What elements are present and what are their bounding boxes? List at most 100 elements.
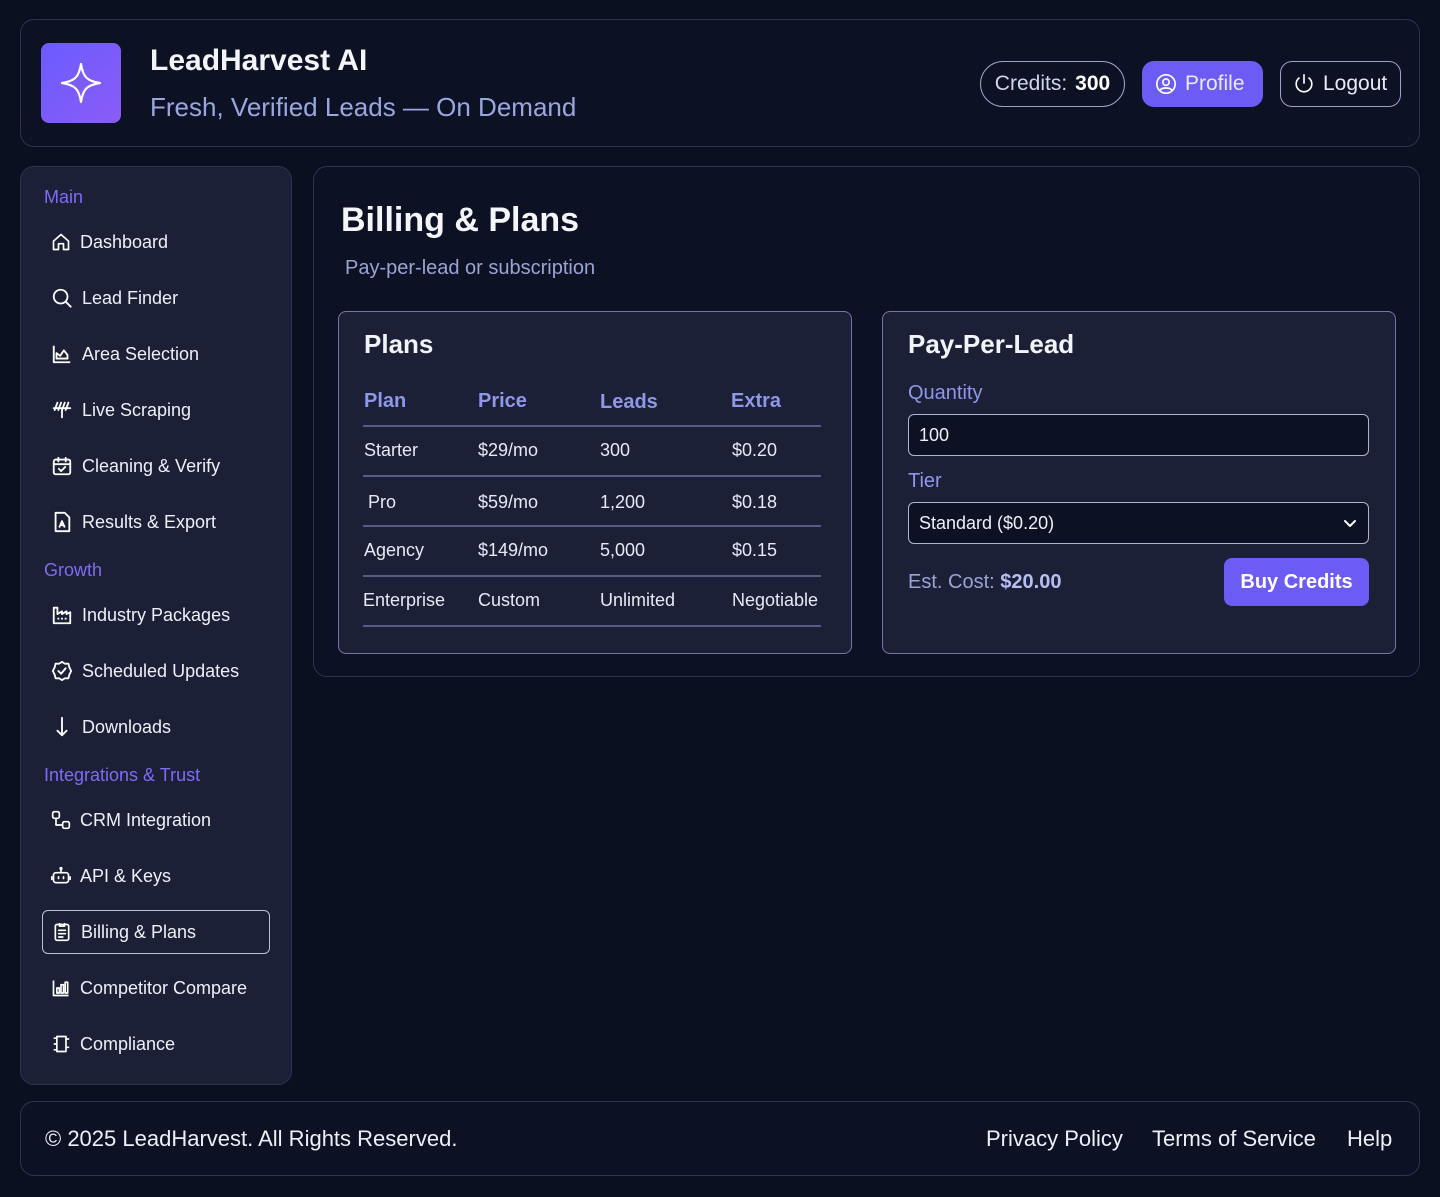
copyright: © 2025 LeadHarvest. All Rights Reserved.: [45, 1126, 458, 1151]
chevron-down-icon: [1344, 520, 1356, 527]
tier-select[interactable]: Standard ($0.20): [908, 502, 1369, 544]
credits-badge: Credits: 300: [980, 61, 1125, 107]
receipt-icon: [54, 922, 70, 942]
sidebar-item-label: CRM Integration: [80, 809, 212, 830]
terms-of-service-link[interactable]: Terms of Service: [1152, 1126, 1316, 1152]
sidebar: Main Dashboard Lead Finder Area Selectio…: [20, 166, 292, 1085]
sidebar-item-api-keys[interactable]: API & Keys: [42, 854, 270, 898]
factory-icon: [52, 606, 72, 625]
search-icon: [52, 288, 72, 308]
col-extra: Extra: [731, 390, 782, 412]
sidebar-item-label: Live Scraping: [82, 399, 192, 420]
sidebar-item-label: Industry Packages: [82, 604, 231, 625]
credits-label: Credits:: [994, 72, 1068, 95]
sidebar-item-area-selection[interactable]: Area Selection: [42, 332, 270, 376]
sidebar-item-scheduled-updates[interactable]: Scheduled Updates: [42, 649, 270, 693]
bar-chart-icon: [52, 980, 69, 997]
sidebar-item-label: Billing & Plans: [81, 921, 197, 942]
table-cell: $149/mo: [478, 540, 549, 560]
tier-label: Tier: [908, 470, 942, 492]
col-plan: Plan: [364, 390, 407, 412]
pay-per-lead-card: Pay-Per-Lead Quantity 100 Tier Standard …: [882, 311, 1396, 654]
section-growth: Growth: [44, 560, 103, 580]
table-divider: [363, 575, 821, 577]
scroll-icon: [53, 1035, 70, 1053]
col-leads: Leads: [600, 391, 658, 413]
privacy-policy-link[interactable]: Privacy Policy: [986, 1126, 1123, 1152]
app-tagline: Fresh, Verified Leads — On Demand: [150, 92, 577, 122]
table-cell: $59/mo: [478, 492, 539, 512]
sidebar-item-crm-integration[interactable]: CRM Integration: [42, 798, 270, 842]
tier-value: Standard ($0.20): [919, 512, 1055, 533]
table-cell: $29/mo: [478, 440, 539, 460]
footer: © 2025 LeadHarvest. All Rights Reserved.…: [20, 1101, 1420, 1176]
home-icon: [52, 233, 70, 251]
sidebar-item-lead-finder[interactable]: Lead Finder: [42, 276, 270, 320]
table-cell: $0.18: [732, 492, 778, 512]
table-cell: Custom: [478, 590, 541, 610]
sidebar-item-billing-plans[interactable]: Billing & Plans: [42, 910, 270, 954]
logout-button[interactable]: Logout: [1280, 61, 1401, 107]
power-icon: [1295, 74, 1313, 93]
table-divider: [363, 425, 821, 427]
sidebar-item-label: Dashboard: [80, 231, 169, 252]
document-icon: [54, 511, 71, 533]
user-circle-icon: [1156, 74, 1176, 94]
table-cell: $0.20: [732, 440, 778, 460]
logout-label: Logout: [1323, 72, 1388, 95]
estimated-cost: Est. Cost: $20.00: [908, 571, 1061, 594]
sidebar-item-compliance[interactable]: Compliance: [42, 1022, 270, 1066]
table-cell: Pro: [368, 492, 397, 512]
sidebar-item-label: Cleaning & Verify: [82, 455, 221, 476]
table-cell: 1,200: [600, 492, 646, 512]
table-divider: [363, 475, 821, 477]
sparkle-icon: [60, 62, 102, 104]
robot-icon: [51, 866, 71, 884]
sidebar-item-label: Area Selection: [82, 343, 200, 364]
app-title: LeadHarvest AI: [150, 44, 368, 77]
sidebar-item-label: API & Keys: [80, 865, 172, 886]
table-cell: $0.15: [732, 540, 778, 560]
table-cell: 5,000: [600, 540, 646, 560]
check-badge-icon: [51, 660, 73, 682]
sidebar-item-cleaning-verify[interactable]: Cleaning & Verify: [42, 444, 270, 488]
section-main: Main: [44, 187, 84, 207]
table-divider: [363, 625, 821, 627]
credits-value: 300: [1075, 72, 1111, 95]
est-value: $20.00: [1000, 571, 1062, 593]
sidebar-item-downloads[interactable]: Downloads: [42, 705, 270, 749]
quantity-value: 100: [919, 424, 950, 445]
profile-label: Profile: [1185, 72, 1245, 95]
section-integrations: Integrations & Trust: [44, 765, 201, 785]
calendar-check-icon: [52, 456, 72, 476]
sidebar-item-industry-packages[interactable]: Industry Packages: [42, 593, 270, 637]
table-cell: Unlimited: [600, 590, 676, 610]
page-subtitle: Pay-per-lead or subscription: [345, 257, 596, 279]
sidebar-item-dashboard[interactable]: Dashboard: [42, 220, 270, 264]
plans-title: Plans: [364, 329, 434, 359]
table-cell: Agency: [364, 540, 425, 560]
sidebar-item-label: Downloads: [82, 716, 172, 737]
ppl-title: Pay-Per-Lead: [908, 329, 1075, 359]
table-cell: 300: [600, 440, 631, 460]
sidebar-item-results-export[interactable]: Results & Export: [42, 500, 270, 544]
col-price: Price: [478, 390, 527, 412]
sidebar-item-label: Results & Export: [82, 511, 217, 532]
plans-card: Plans Plan Price Leads Extra Starter $29…: [338, 311, 852, 654]
page-title: Billing & Plans: [341, 201, 580, 239]
sidebar-item-label: Scheduled Updates: [82, 660, 240, 681]
profile-button[interactable]: Profile: [1142, 61, 1263, 107]
arrow-down-icon: [56, 716, 68, 737]
scrape-icon: [52, 401, 72, 419]
chart-icon: [52, 345, 71, 364]
buy-credits-button[interactable]: Buy Credits: [1224, 558, 1369, 606]
table-cell: Enterprise: [363, 590, 446, 610]
sidebar-item-live-scraping[interactable]: Live Scraping: [42, 388, 270, 432]
sidebar-item-competitor-compare[interactable]: Competitor Compare: [42, 966, 270, 1010]
quantity-input[interactable]: 100: [908, 414, 1369, 456]
nodes-icon: [51, 810, 71, 830]
table-cell: Negotiable: [732, 590, 819, 610]
est-label: Est. Cost:: [908, 571, 995, 593]
quantity-label: Quantity: [908, 382, 983, 404]
help-link[interactable]: Help: [1347, 1126, 1392, 1152]
